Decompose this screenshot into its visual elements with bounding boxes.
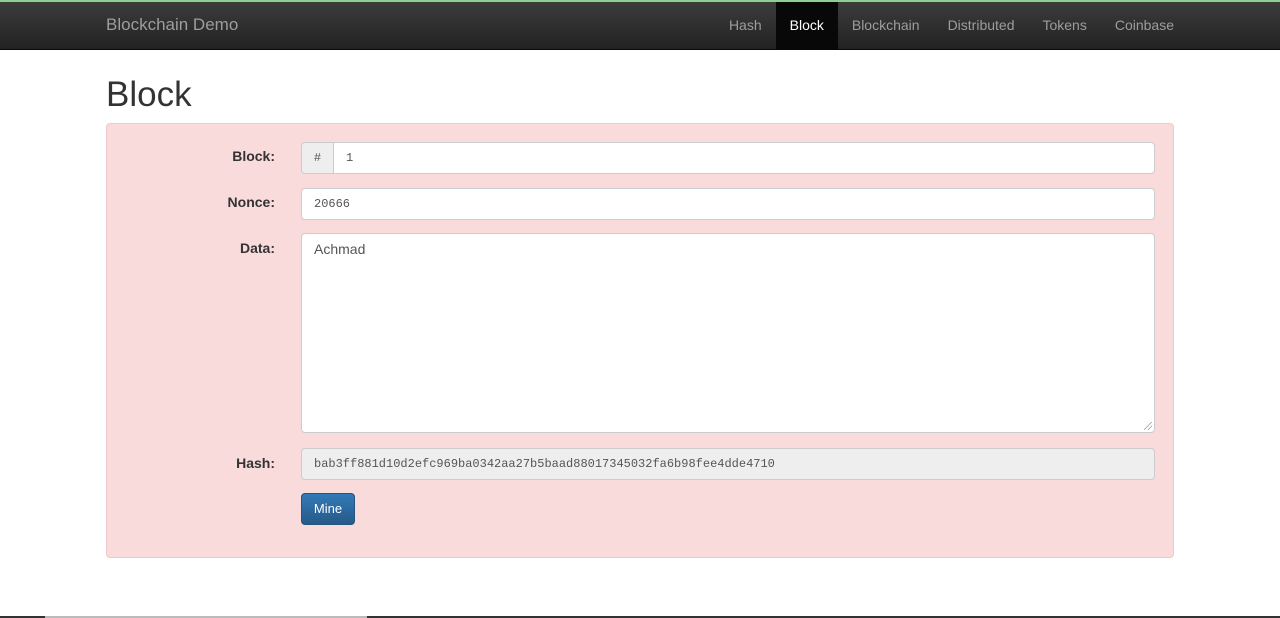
block-panel: Block: # 1 Nonce: 20666 Data: Achmad Has… xyxy=(106,123,1174,558)
block-number-addon: # xyxy=(301,142,333,174)
mine-button[interactable]: Mine xyxy=(301,493,355,525)
data-label: Data: xyxy=(239,240,275,256)
nav-item-coinbase[interactable]: Coinbase xyxy=(1101,2,1188,50)
block-number-input[interactable]: 1 xyxy=(333,142,1155,174)
data-textarea[interactable]: Achmad xyxy=(301,233,1155,433)
nav-item-distributed[interactable]: Distributed xyxy=(934,2,1029,50)
nav-item-tokens[interactable]: Tokens xyxy=(1028,2,1100,50)
nav-item-blockchain[interactable]: Blockchain xyxy=(838,2,934,50)
hash-label: Hash: xyxy=(236,455,275,471)
nav-item-block[interactable]: Block xyxy=(775,2,838,50)
block-label: Block: xyxy=(232,148,275,164)
nonce-input[interactable]: 20666 xyxy=(301,188,1155,220)
hash-input: bab3ff881d10d2efc969ba0342aa27b5baad8801… xyxy=(301,448,1155,480)
navbar: Blockchain Demo Hash Block Blockchain Di… xyxy=(0,2,1280,50)
page-title: Block xyxy=(106,75,192,114)
nav-menu: Hash Block Blockchain Distributed Tokens… xyxy=(715,2,1188,50)
navbar-brand[interactable]: Blockchain Demo xyxy=(106,2,238,50)
data-text: Achmad xyxy=(314,241,366,257)
nav-item-hash[interactable]: Hash xyxy=(715,2,776,50)
nonce-label: Nonce: xyxy=(227,194,275,210)
resize-grip-icon[interactable] xyxy=(1144,422,1152,430)
